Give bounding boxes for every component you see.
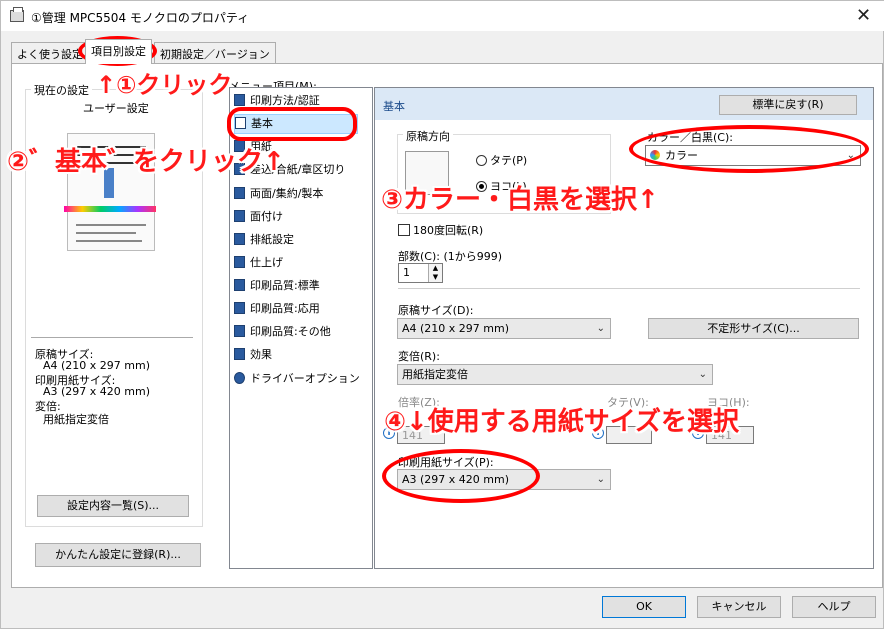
current-settings-name: ユーザー設定 [83, 102, 149, 115]
menu-item-quality-other[interactable]: 印刷品質:その他 [234, 323, 331, 343]
original-size-select[interactable]: A4 (210 x 297 mm) ⌄ [397, 318, 611, 339]
summary-divider [31, 337, 193, 338]
register-easy-settings-button[interactable]: かんたん設定に登録(R)... [35, 543, 201, 567]
quality-other-icon [234, 325, 245, 337]
annotation-step4: ④↓使用する用紙サイズを選択 [384, 407, 740, 437]
close-icon[interactable]: ✕ [856, 5, 871, 26]
copies-stepper[interactable]: 1 ▲ ▼ [398, 263, 443, 283]
menu-item-label: 印刷品質:標準 [250, 279, 320, 292]
gear-icon [234, 372, 245, 384]
scale-value: 用紙指定変倍 [402, 368, 468, 381]
ok-button[interactable]: OK [602, 596, 686, 618]
panel-header-title: 基本 [383, 100, 405, 113]
custom-size-button[interactable]: 不定形サイズ(C)... [648, 318, 859, 339]
annotation-ellipse-basic [227, 107, 357, 141]
effects-icon [234, 348, 245, 360]
finishing-icon [234, 256, 245, 268]
menu-item-label: 仕上げ [250, 256, 283, 269]
menu-item-finishing[interactable]: 仕上げ [234, 254, 283, 274]
summary-original-size-value: A4 (210 x 297 mm) [43, 359, 151, 372]
cancel-button[interactable]: キャンセル [697, 596, 781, 618]
menu-item-label: 印刷品質:応用 [250, 302, 320, 315]
quality-advanced-icon [234, 302, 245, 314]
annotation-step1: ↑①クリック [96, 71, 233, 99]
scale-label: 変倍(R): [398, 350, 440, 363]
imposition-icon [234, 210, 245, 222]
quality-icon [234, 279, 245, 291]
summary-paper-size-value: A3 (297 x 420 mm) [43, 385, 151, 398]
menu-item-quality-advanced[interactable]: 印刷品質:応用 [234, 300, 320, 320]
copies-label: 部数(C): (1から999) [398, 250, 503, 263]
stepper-arrows-icon[interactable]: ▲ ▼ [428, 264, 442, 282]
annotation-step3: ③カラー・白黒を選択↑ [381, 185, 659, 215]
menu-item-duplex[interactable]: 両面/集約/製本 [234, 185, 323, 205]
rotate180-checkbox[interactable]: 180度回転(R) [398, 222, 483, 238]
tab-initial-version[interactable]: 初期設定／バージョン [154, 42, 276, 63]
orientation-label: 原稿方向 [403, 128, 453, 144]
portrait-radio-circle[interactable] [476, 155, 487, 166]
portrait-radio[interactable]: タテ(P) [476, 152, 527, 168]
rotate180-check[interactable] [398, 224, 410, 236]
menu-item-label: 効果 [250, 348, 272, 361]
annotation-ellipse-paper [382, 449, 540, 503]
original-size-value: A4 (210 x 297 mm) [402, 322, 510, 335]
output-tray-icon [234, 233, 245, 245]
rotate180-label: 180度回転(R) [413, 224, 484, 237]
window-title: ①管理 MPC5504 モノクロのプロパティ [31, 11, 250, 25]
tab-item-settings[interactable]: 項目別設定 [85, 39, 152, 64]
current-settings-title: 現在の設定 [31, 82, 92, 98]
menu-item-output[interactable]: 排紙設定 [234, 231, 294, 251]
restore-defaults-button[interactable]: 標準に戻す(R) [719, 95, 857, 115]
chevron-down-icon: ⌄ [698, 369, 707, 380]
menu-item-imposition[interactable]: 面付け [234, 208, 283, 228]
annotation-ellipse-color [629, 125, 869, 173]
settings-list-button[interactable]: 設定内容一覧(S)... [37, 495, 189, 517]
menu-item-label: 排紙設定 [250, 233, 294, 246]
menu-item-label: 面付け [250, 210, 283, 223]
annotation-step2: ②゛基本゛をクリック↑ [7, 147, 285, 177]
portrait-label: タテ(P) [490, 154, 528, 167]
chevron-down-icon: ⌄ [596, 474, 605, 485]
duplex-icon [234, 187, 245, 199]
menu-item-driver-options[interactable]: ドライバーオプション [234, 370, 360, 390]
scale-select[interactable]: 用紙指定変倍 ⌄ [397, 364, 713, 385]
menu-item-label: 印刷品質:その他 [250, 325, 331, 338]
help-button[interactable]: ヘルプ [792, 596, 876, 618]
copies-value: 1 [403, 266, 410, 279]
properties-window: ①管理 MPC5504 モノクロのプロパティ ✕ よく使う設定 項目別設定 初期… [0, 0, 884, 629]
menu-item-quality-standard[interactable]: 印刷品質:標準 [234, 277, 320, 297]
menu-item-effects[interactable]: 効果 [234, 346, 272, 366]
menu-item-label: ドライバーオプション [250, 372, 360, 385]
original-size-label: 原稿サイズ(D): [398, 304, 474, 317]
printer-icon [10, 7, 24, 22]
title-bar: ①管理 MPC5504 モノクロのプロパティ ✕ [1, 1, 884, 31]
menu-item-label: 印刷方法/認証 [250, 94, 320, 107]
section-divider [398, 288, 860, 289]
chevron-down-icon: ⌄ [596, 323, 605, 334]
menu-item-label: 両面/集約/製本 [250, 187, 324, 200]
summary-scale-value: 用紙指定変倍 [43, 413, 109, 426]
print-method-icon [234, 94, 245, 106]
